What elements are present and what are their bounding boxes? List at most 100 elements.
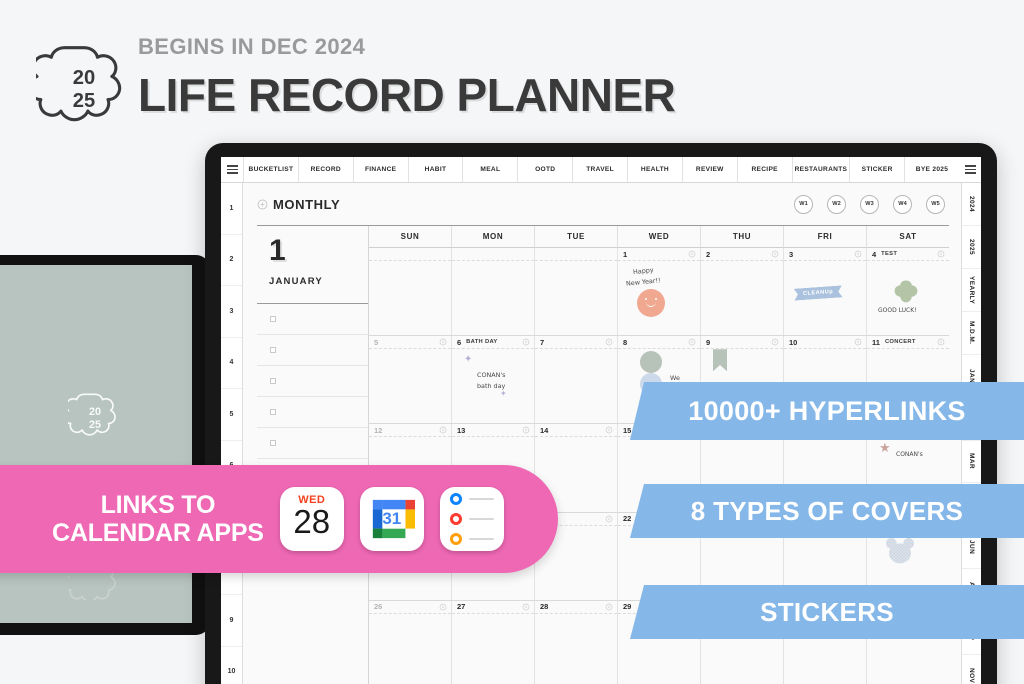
right-rail-item-mar[interactable]: MAR (962, 441, 981, 484)
hyperlink-icon[interactable] (937, 338, 945, 346)
todo-row[interactable] (257, 397, 368, 428)
day-cell-5[interactable]: 5 (369, 336, 452, 424)
day-cell-body[interactable]: GOOD LUCK! (867, 261, 949, 335)
tab-record[interactable]: RECORD (297, 157, 353, 182)
right-rail-item-m-d-m-[interactable]: M.D.M. (962, 312, 981, 355)
tab-restaurants[interactable]: RESTAURANTS (791, 157, 850, 182)
left-rail-item-9[interactable]: 9 (221, 595, 242, 647)
tab-bye-2025[interactable]: BYE 2025 (904, 157, 959, 182)
google-calendar-icon[interactable]: 31 (359, 487, 424, 551)
week-chip-w2[interactable]: W2 (827, 194, 846, 214)
day-cell-body[interactable] (535, 261, 617, 335)
tab-health[interactable]: HEALTH (627, 157, 682, 182)
checkbox-icon[interactable] (270, 409, 276, 415)
hyperlink-icon[interactable] (605, 603, 613, 611)
left-rail-item-10[interactable]: 10 (221, 647, 242, 684)
day-cell-body[interactable]: ✦ CONAN's bath day ✦ (452, 349, 534, 423)
hyperlink-icon[interactable] (854, 250, 862, 258)
hyperlink-icon[interactable] (522, 338, 530, 346)
tab-bucketlist[interactable]: BUCKETLIST (243, 157, 298, 182)
todo-row[interactable] (257, 428, 368, 459)
hyperlink-icon[interactable] (522, 603, 530, 611)
apple-calendar-icon[interactable]: WED 28 (279, 487, 344, 551)
day-cell-4[interactable]: 4 TEST GOOD LUCK! (867, 248, 949, 335)
menu-icon-right[interactable] (959, 157, 981, 182)
left-rail-item-4[interactable]: 4 (221, 338, 242, 389)
menu-icon-left[interactable] (221, 157, 243, 182)
day-cell[interactable] (369, 248, 452, 336)
hyperlink-icon[interactable] (439, 603, 447, 611)
tab-finance[interactable]: FINANCE (352, 157, 408, 182)
tab-meal[interactable]: MEAL (462, 157, 517, 182)
checkbox-icon[interactable] (270, 378, 276, 384)
tab-review[interactable]: REVIEW (681, 157, 737, 182)
day-cell-2[interactable]: 2 (701, 248, 784, 336)
tab-travel[interactable]: TRAVEL (572, 157, 627, 182)
month-todo-list[interactable] (257, 303, 368, 490)
day-cell-1[interactable]: 1 Happy New Year!! (618, 248, 701, 336)
hyperlink-icon[interactable] (688, 250, 696, 258)
left-rail-item-5[interactable]: 5 (221, 389, 242, 441)
hyperlink-icon[interactable] (937, 250, 945, 258)
checkbox-icon[interactable] (270, 440, 276, 446)
day-cell-27[interactable]: 27 (452, 600, 535, 684)
day-cell-body[interactable] (369, 614, 451, 684)
day-cell-body[interactable] (369, 261, 451, 335)
weekday-wed: WED (618, 226, 701, 248)
checkbox-icon[interactable] (270, 347, 276, 353)
tab-habit[interactable]: HABIT (407, 157, 463, 182)
hyperlink-icon[interactable] (771, 338, 779, 346)
right-rail-item-yearly[interactable]: YEARLY (962, 269, 981, 312)
day-cell-body[interactable] (701, 261, 783, 335)
hyperlink-icon[interactable] (605, 515, 613, 523)
day-cell-body[interactable] (369, 349, 451, 423)
day-number: 11 (872, 337, 880, 347)
week-chip-w1[interactable]: W1 (794, 194, 813, 214)
left-rail-item-1[interactable]: 1 (221, 183, 242, 235)
hyperlink-icon[interactable] (522, 426, 530, 434)
day-cell-body[interactable] (452, 261, 534, 335)
banner-hyperlinks-label: 10000+ HYPERLINKS (688, 395, 966, 426)
hyperlink-icon[interactable] (605, 338, 613, 346)
todo-row[interactable] (257, 366, 368, 397)
day-cell-7[interactable]: 7 (535, 336, 618, 424)
left-rail-item-3[interactable]: 3 (221, 286, 242, 338)
planner-top-tabbar[interactable]: BUCKETLIST RECORD FINANCE HABIT MEAL OOTD TRAV… (221, 157, 981, 183)
hyperlink-icon[interactable] (854, 338, 862, 346)
right-rail-item-nov[interactable]: NOV (962, 655, 981, 684)
hyperlink-icon[interactable] (439, 426, 447, 434)
day-cell-26[interactable]: 26 (369, 600, 452, 684)
banner-covers-label: 8 TYPES OF COVERS (690, 495, 964, 526)
hyperlink-icon[interactable] (605, 426, 613, 434)
day-cell-body[interactable] (452, 614, 534, 684)
hyperlink-icon[interactable] (771, 250, 779, 258)
hyperlink-icon[interactable] (439, 338, 447, 346)
tab-ootd[interactable]: OOTD (517, 157, 572, 182)
todo-row[interactable] (257, 304, 368, 335)
day-cell-28[interactable]: 28 (535, 600, 618, 684)
hyperlink-icon[interactable] (688, 338, 696, 346)
week-chip-w3[interactable]: W3 (860, 194, 879, 214)
checkbox-icon[interactable] (270, 316, 276, 322)
todo-row[interactable] (257, 335, 368, 366)
day-cell-6[interactable]: 6 BATH DAY ✦ CONAN's bath day ✦ (452, 336, 535, 424)
week-chip-w5[interactable]: W5 (926, 194, 945, 214)
right-rail-item-2024[interactable]: 2024 (962, 183, 981, 226)
day-cell[interactable] (535, 248, 618, 336)
tabbar-tab-list[interactable]: BUCKETLIST RECORD FINANCE HABIT MEAL OOTD TRAV… (243, 157, 959, 182)
day-cell-body[interactable] (535, 349, 617, 423)
day-cell-3[interactable]: 3 CLEANUp (784, 248, 867, 336)
google-calendar-glyph: 31 (369, 496, 415, 542)
week-chip-group[interactable]: W1 W2 W3 W4 W5 (794, 194, 945, 214)
week-chip-w4[interactable]: W4 (893, 194, 912, 214)
day-cell-body[interactable]: Happy New Year!! (618, 261, 700, 335)
left-index-rail[interactable]: 12345678910 (221, 183, 243, 684)
day-cell-body[interactable]: CLEANUp (784, 261, 866, 335)
reminders-icon[interactable] (439, 487, 504, 551)
tab-recipe[interactable]: RECIPE (736, 157, 792, 182)
right-rail-item-2025[interactable]: 2025 (962, 226, 981, 269)
day-cell[interactable] (452, 248, 535, 336)
day-cell-body[interactable] (535, 614, 617, 684)
tab-sticker[interactable]: STICKER (849, 157, 904, 182)
left-rail-item-2[interactable]: 2 (221, 235, 242, 286)
